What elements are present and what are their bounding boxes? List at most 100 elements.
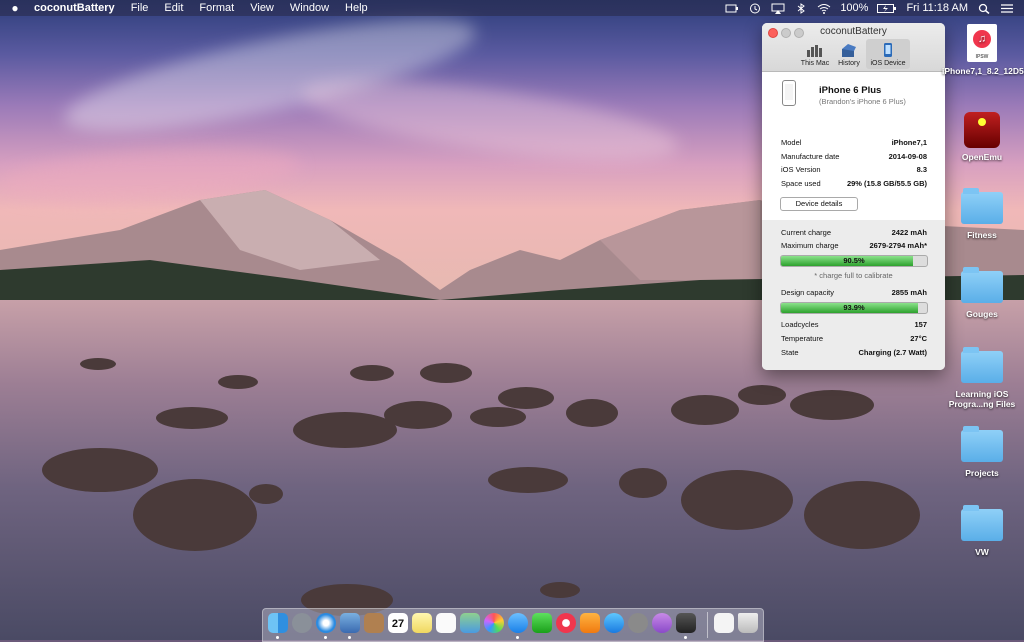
menu-file[interactable]: File <box>123 0 157 16</box>
trash-icon[interactable] <box>738 613 758 633</box>
desktop-item-projects[interactable]: Projects <box>942 426 1022 478</box>
menu-edit[interactable]: Edit <box>156 0 191 16</box>
desktop-item-gouges[interactable]: Gouges <box>942 267 1022 319</box>
info-label: iOS Version <box>781 165 821 174</box>
coconutbattery-window: coconutBattery This Mac History iOS Devi… <box>762 23 945 370</box>
calendar-icon[interactable]: 27 <box>388 613 408 633</box>
device-header <box>782 80 796 106</box>
folder-icon <box>961 267 1003 303</box>
info-row-ios-version: iOS Version 8.3 <box>781 165 927 174</box>
design-capacity-row: Design capacity 2855 mAh <box>781 288 927 297</box>
charge-progress-bar: 90.5% <box>780 255 928 267</box>
instruments-icon[interactable] <box>652 613 672 633</box>
info-value: iPhone7,1 <box>891 138 927 147</box>
apple-menu-icon[interactable]: ● <box>0 1 30 15</box>
desktop-item-label: OpenEmu <box>961 152 1003 162</box>
app-store-icon[interactable] <box>604 613 624 633</box>
notification-center-icon[interactable] <box>1000 3 1014 14</box>
photos-icon[interactable] <box>484 613 504 633</box>
menu-view[interactable]: View <box>242 0 282 16</box>
info-label: Space used <box>781 179 821 188</box>
desktop-item-label: iPhone7,1_8.2_12D508_...re.ipsw <box>942 66 1024 76</box>
itunes-icon[interactable] <box>556 613 576 633</box>
tab-ios-device[interactable]: iOS Device <box>866 39 910 69</box>
stat-row-loadcycles: Loadcycles 157 <box>781 320 927 329</box>
messages-icon[interactable] <box>508 613 528 633</box>
battery-percent: 100% <box>840 2 869 14</box>
running-indicator <box>276 636 279 639</box>
coconutbattery-status-icon[interactable] <box>725 3 739 14</box>
info-value: Charging (2.7 Watt) <box>858 348 927 357</box>
reminders-icon[interactable] <box>436 613 456 633</box>
calibrate-note: * charge full to calibrate <box>814 271 893 280</box>
spotlight-icon[interactable] <box>977 3 991 14</box>
openemu-app-icon <box>964 112 1000 148</box>
bar-chart-icon <box>807 45 822 57</box>
desktop-item-label: Gouges <box>966 309 998 319</box>
info-label: State <box>781 348 799 357</box>
window-toolbar: This Mac History iOS Device <box>798 39 910 69</box>
design-capacity-label: 93.9% <box>843 303 865 312</box>
wifi-icon[interactable] <box>817 3 831 14</box>
tab-label: History <box>838 60 860 67</box>
folder-icon <box>961 188 1003 224</box>
menu-window[interactable]: Window <box>282 0 337 16</box>
device-details-button[interactable]: Device details <box>780 197 858 211</box>
ibooks-icon[interactable] <box>580 613 600 633</box>
menu-clock[interactable]: Fri 11:18 AM <box>906 2 968 14</box>
tab-this-mac[interactable]: This Mac <box>798 39 832 69</box>
documents-stack-icon[interactable] <box>714 613 734 633</box>
max-charge-row: Maximum charge 2679-2794 mAh* <box>781 241 927 250</box>
contacts-icon[interactable] <box>364 613 384 633</box>
folder-icon <box>961 505 1003 541</box>
history-icon <box>842 44 856 57</box>
menu-app-name[interactable]: coconutBattery <box>30 2 123 14</box>
notes-icon[interactable] <box>412 613 432 633</box>
battery-charging-icon[interactable] <box>877 3 897 14</box>
device-name: iPhone 6 Plus <box>819 85 882 96</box>
window-title: coconutBattery <box>820 26 887 37</box>
launchpad-icon[interactable] <box>292 613 312 633</box>
desktop-item-learning-ios[interactable]: Learning iOS Progra...ng Files <box>942 347 1022 409</box>
bluetooth-icon[interactable] <box>794 2 808 14</box>
running-indicator <box>324 636 327 639</box>
info-value: 2679-2794 mAh* <box>869 241 927 250</box>
info-value: 2422 mAh <box>891 228 927 237</box>
device-info-panel: iPhone 6 Plus (Brandon's iPhone 6 Plus) … <box>762 72 945 220</box>
window-titlebar[interactable]: coconutBattery This Mac History iOS Devi… <box>762 23 945 72</box>
ios-device-icon <box>884 43 892 57</box>
tab-label: iOS Device <box>870 60 906 67</box>
menu-help[interactable]: Help <box>337 0 376 16</box>
info-label: Model <box>781 138 802 147</box>
design-capacity-bar: 93.9% <box>780 302 928 314</box>
desktop-item-ipsw[interactable]: ♫ IPSW iPhone7,1_8.2_12D508_...re.ipsw <box>942 24 1024 76</box>
maps-icon[interactable] <box>460 613 480 633</box>
info-value: 157 <box>914 320 927 329</box>
airplay-icon[interactable] <box>771 3 785 14</box>
menu-format[interactable]: Format <box>191 0 242 16</box>
system-preferences-icon[interactable] <box>628 613 648 633</box>
desktop-item-openemu[interactable]: OpenEmu <box>942 112 1022 162</box>
current-charge-row: Current charge 2422 mAh <box>781 228 927 237</box>
desktop-item-fitness[interactable]: Fitness <box>942 188 1022 240</box>
time-machine-icon[interactable] <box>748 3 762 14</box>
facetime-icon[interactable] <box>532 613 552 633</box>
desktop-item-label: Learning iOS Progra...ng Files <box>948 389 1016 409</box>
preview-icon[interactable] <box>340 613 360 633</box>
info-row-model: Model iPhone7,1 <box>781 138 927 147</box>
desktop-item-vw[interactable]: VW <box>942 505 1022 557</box>
finder-icon[interactable] <box>268 613 288 633</box>
desktop-item-label: VW <box>975 547 989 557</box>
charge-progress-label: 90.5% <box>843 256 865 265</box>
itunes-note-icon: ♫ <box>973 30 991 48</box>
tab-history[interactable]: History <box>832 39 866 69</box>
dock: 27 <box>262 608 764 642</box>
battery-panel: Current charge 2422 mAh Maximum charge 2… <box>762 220 945 370</box>
info-value: 27°C <box>910 334 927 343</box>
running-indicator <box>516 636 519 639</box>
xcode-icon[interactable] <box>676 613 696 633</box>
info-label: Maximum charge <box>781 241 839 250</box>
menu-extras: 100% Fri 11:18 AM <box>725 0 1024 16</box>
safari-icon[interactable] <box>316 613 336 633</box>
dock-separator <box>707 612 708 638</box>
